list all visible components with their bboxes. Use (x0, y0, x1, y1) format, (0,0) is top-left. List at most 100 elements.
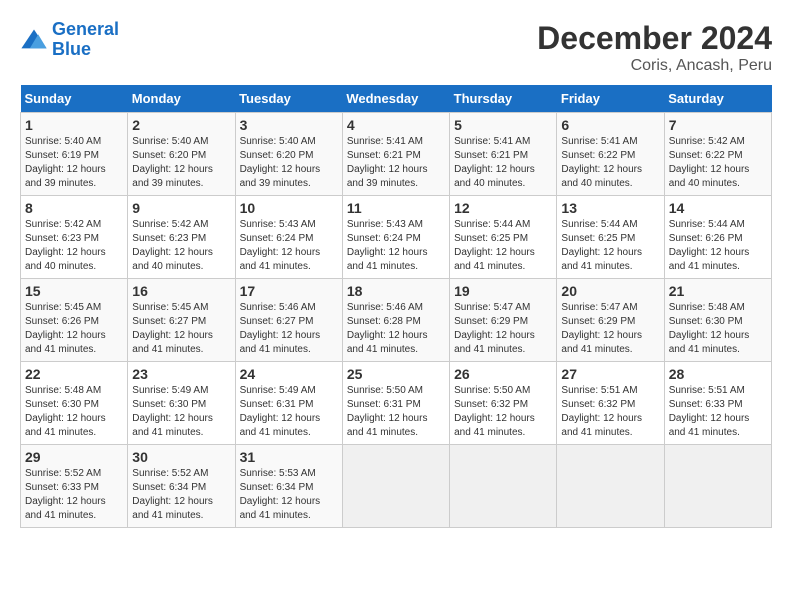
calendar-cell (342, 445, 449, 528)
day-number: 2 (132, 117, 230, 133)
calendar-cell: 10 Sunrise: 5:43 AM Sunset: 6:24 PM Dayli… (235, 196, 342, 279)
day-info: Sunrise: 5:48 AM Sunset: 6:30 PM Dayligh… (669, 301, 767, 357)
day-number: 14 (669, 200, 767, 216)
weekday-header-sunday: Sunday (21, 85, 128, 113)
day-number: 22 (25, 366, 123, 382)
day-number: 20 (561, 283, 659, 299)
calendar-cell: 24Sunrise: 5:49 AM Sunset: 6:31 PM Dayli… (235, 362, 342, 445)
calendar-cell: 13Sunrise: 5:44 AM Sunset: 6:25 PM Dayli… (557, 196, 664, 279)
day-info: Sunrise: 5:46 AM Sunset: 6:27 PM Dayligh… (240, 301, 338, 357)
day-number: 27 (561, 366, 659, 382)
day-number: 21 (669, 283, 767, 299)
calendar-cell: 15 Sunrise: 5:45 AM Sunset: 6:26 PM Dayli… (21, 279, 128, 362)
day-info: Sunrise: 5:45 AM Sunset: 6:26 PM Dayligh… (25, 301, 123, 357)
day-info: Sunrise: 5:45 AM Sunset: 6:27 PM Dayligh… (132, 301, 230, 357)
day-number: 4 (347, 117, 445, 133)
day-info: Sunrise: 5:52 AM Sunset: 6:34 PM Dayligh… (132, 467, 230, 523)
day-info: Sunrise: 5:46 AM Sunset: 6:28 PM Dayligh… (347, 301, 445, 357)
calendar-cell: 29 Sunrise: 5:52 AM Sunset: 6:33 PM Dayli… (21, 445, 128, 528)
day-info: Sunrise: 5:50 AM Sunset: 6:31 PM Dayligh… (347, 384, 445, 440)
calendar-cell: 25 Sunrise: 5:50 AM Sunset: 6:31 PM Dayli… (342, 362, 449, 445)
day-info: Sunrise: 5:50 AM Sunset: 6:32 PM Dayligh… (454, 384, 552, 440)
day-number: 1 (25, 117, 123, 133)
calendar-cell: 7Sunrise: 5:42 AM Sunset: 6:22 PM Daylig… (664, 113, 771, 196)
day-number: 28 (669, 366, 767, 382)
day-number: 25 (347, 366, 445, 382)
day-number: 17 (240, 283, 338, 299)
day-number: 16 (132, 283, 230, 299)
calendar-week-5: 29 Sunrise: 5:52 AM Sunset: 6:33 PM Dayli… (21, 445, 772, 528)
day-info: Sunrise: 5:42 AM Sunset: 6:23 PM Dayligh… (25, 218, 123, 274)
day-number: 6 (561, 117, 659, 133)
logo-line1: General (52, 19, 119, 39)
weekday-header-thursday: Thursday (450, 85, 557, 113)
logo-icon (20, 26, 48, 54)
weekday-header-saturday: Saturday (664, 85, 771, 113)
calendar-title: December 2024 (537, 20, 772, 57)
calendar-table: SundayMondayTuesdayWednesdayThursdayFrid… (20, 85, 772, 528)
weekday-header-wednesday: Wednesday (342, 85, 449, 113)
day-number: 10 (240, 200, 338, 216)
calendar-cell: 26 Sunrise: 5:50 AM Sunset: 6:32 PM Dayli… (450, 362, 557, 445)
calendar-cell: 1 Sunrise: 5:40 AM Sunset: 6:19 PM Daylig… (21, 113, 128, 196)
title-block: December 2024 Coris, Ancash, Peru (537, 20, 772, 75)
day-info: Sunrise: 5:48 AM Sunset: 6:30 PM Dayligh… (25, 384, 123, 440)
day-info: Sunrise: 5:44 AM Sunset: 6:25 PM Dayligh… (454, 218, 552, 274)
calendar-cell: 6 Sunrise: 5:41 AM Sunset: 6:22 PM Daylig… (557, 113, 664, 196)
calendar-cell (557, 445, 664, 528)
day-info: Sunrise: 5:53 AM Sunset: 6:34 PM Dayligh… (240, 467, 338, 523)
day-number: 8 (25, 200, 123, 216)
day-info: Sunrise: 5:44 AM Sunset: 6:25 PM Dayligh… (561, 218, 659, 274)
weekday-header-monday: Monday (128, 85, 235, 113)
day-info: Sunrise: 5:40 AM Sunset: 6:20 PM Dayligh… (240, 135, 338, 191)
calendar-week-4: 22 Sunrise: 5:48 AM Sunset: 6:30 PM Dayli… (21, 362, 772, 445)
day-number: 31 (240, 449, 338, 465)
day-number: 12 (454, 200, 552, 216)
calendar-cell: 2 Sunrise: 5:40 AM Sunset: 6:20 PM Daylig… (128, 113, 235, 196)
logo: General Blue (20, 20, 119, 60)
day-info: Sunrise: 5:40 AM Sunset: 6:19 PM Dayligh… (25, 135, 123, 191)
weekday-header-friday: Friday (557, 85, 664, 113)
day-info: Sunrise: 5:43 AM Sunset: 6:24 PM Dayligh… (347, 218, 445, 274)
calendar-cell (450, 445, 557, 528)
calendar-cell: 22 Sunrise: 5:48 AM Sunset: 6:30 PM Dayli… (21, 362, 128, 445)
day-number: 7 (669, 117, 767, 133)
day-number: 11 (347, 200, 445, 216)
calendar-cell: 18Sunrise: 5:46 AM Sunset: 6:28 PM Dayli… (342, 279, 449, 362)
day-number: 15 (25, 283, 123, 299)
calendar-cell: 28 Sunrise: 5:51 AM Sunset: 6:33 PM Dayli… (664, 362, 771, 445)
calendar-cell: 3 Sunrise: 5:40 AM Sunset: 6:20 PM Daylig… (235, 113, 342, 196)
logo-text: General Blue (52, 20, 119, 60)
calendar-week-1: 1 Sunrise: 5:40 AM Sunset: 6:19 PM Daylig… (21, 113, 772, 196)
calendar-week-2: 8 Sunrise: 5:42 AM Sunset: 6:23 PM Daylig… (21, 196, 772, 279)
calendar-week-3: 15 Sunrise: 5:45 AM Sunset: 6:26 PM Dayli… (21, 279, 772, 362)
day-number: 24 (240, 366, 338, 382)
page-header: General Blue December 2024 Coris, Ancash… (20, 20, 772, 75)
day-info: Sunrise: 5:41 AM Sunset: 6:22 PM Dayligh… (561, 135, 659, 191)
day-number: 26 (454, 366, 552, 382)
day-info: Sunrise: 5:41 AM Sunset: 6:21 PM Dayligh… (454, 135, 552, 191)
day-info: Sunrise: 5:47 AM Sunset: 6:29 PM Dayligh… (454, 301, 552, 357)
day-number: 30 (132, 449, 230, 465)
day-info: Sunrise: 5:52 AM Sunset: 6:33 PM Dayligh… (25, 467, 123, 523)
calendar-cell: 5Sunrise: 5:41 AM Sunset: 6:21 PM Daylig… (450, 113, 557, 196)
calendar-cell: 16 Sunrise: 5:45 AM Sunset: 6:27 PM Dayli… (128, 279, 235, 362)
calendar-cell (664, 445, 771, 528)
day-number: 23 (132, 366, 230, 382)
day-info: Sunrise: 5:42 AM Sunset: 6:23 PM Dayligh… (132, 218, 230, 274)
calendar-cell: 14Sunrise: 5:44 AM Sunset: 6:26 PM Dayli… (664, 196, 771, 279)
day-info: Sunrise: 5:43 AM Sunset: 6:24 PM Dayligh… (240, 218, 338, 274)
calendar-cell: 17 Sunrise: 5:46 AM Sunset: 6:27 PM Dayli… (235, 279, 342, 362)
calendar-cell: 20Sunrise: 5:47 AM Sunset: 6:29 PM Dayli… (557, 279, 664, 362)
day-info: Sunrise: 5:40 AM Sunset: 6:20 PM Dayligh… (132, 135, 230, 191)
calendar-cell: 11 Sunrise: 5:43 AM Sunset: 6:24 PM Dayli… (342, 196, 449, 279)
calendar-cell: 30 Sunrise: 5:52 AM Sunset: 6:34 PM Dayli… (128, 445, 235, 528)
day-info: Sunrise: 5:41 AM Sunset: 6:21 PM Dayligh… (347, 135, 445, 191)
day-number: 19 (454, 283, 552, 299)
calendar-cell: 19 Sunrise: 5:47 AM Sunset: 6:29 PM Dayli… (450, 279, 557, 362)
calendar-cell: 21 Sunrise: 5:48 AM Sunset: 6:30 PM Dayli… (664, 279, 771, 362)
day-number: 3 (240, 117, 338, 133)
calendar-cell: 4 Sunrise: 5:41 AM Sunset: 6:21 PM Daylig… (342, 113, 449, 196)
day-info: Sunrise: 5:51 AM Sunset: 6:33 PM Dayligh… (669, 384, 767, 440)
day-number: 29 (25, 449, 123, 465)
